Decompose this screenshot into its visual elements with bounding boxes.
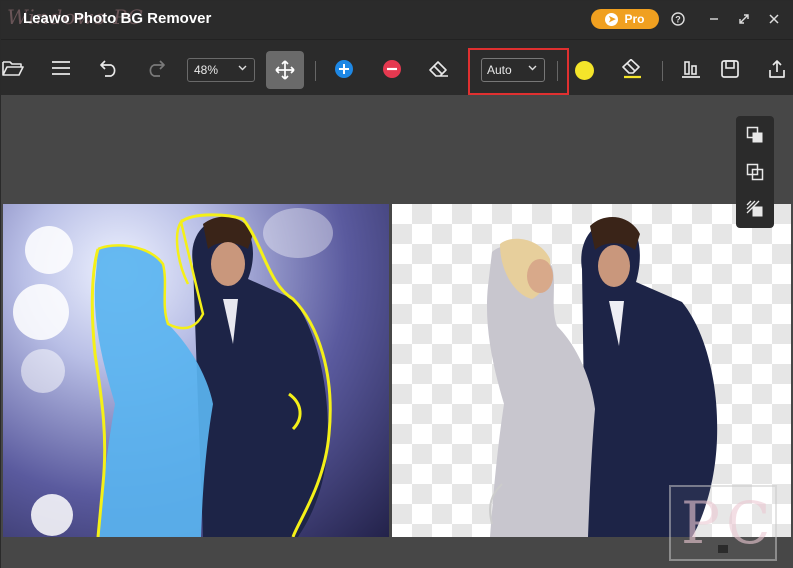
redo-icon[interactable] — [140, 52, 172, 84]
mode-value: Auto — [487, 63, 512, 77]
chevron-down-icon — [237, 62, 248, 76]
svg-text:?: ? — [675, 15, 681, 25]
move-icon — [275, 60, 295, 80]
align-bottom-icon[interactable] — [675, 53, 707, 85]
export-icon[interactable] — [761, 53, 793, 85]
restore-eraser-icon[interactable] — [616, 53, 648, 85]
toolbar-divider — [557, 61, 558, 81]
add-brush-icon[interactable] — [328, 53, 360, 85]
help-icon[interactable]: ? — [668, 9, 688, 29]
eraser-icon[interactable] — [423, 53, 455, 85]
menu-icon[interactable] — [45, 52, 77, 84]
minimize-button[interactable] — [704, 9, 724, 29]
undo-icon[interactable] — [93, 52, 125, 84]
pro-upgrade-button[interactable]: ➤ Pro — [591, 9, 659, 29]
mode-select[interactable]: Auto — [481, 58, 545, 82]
remove-brush-icon[interactable] — [376, 53, 408, 85]
app-title: Leawo Photo BG Remover — [23, 10, 212, 27]
toolbar-divider — [662, 61, 663, 81]
rocket-icon: ➤ — [605, 12, 619, 26]
app-window: Windows PC Leawo Photo BG Remover ➤ Pro … — [0, 0, 793, 568]
title-bar: Windows PC Leawo Photo BG Remover ➤ Pro … — [1, 1, 793, 39]
corner-watermark-text: PC — [681, 489, 777, 557]
transparent-view-icon[interactable] — [743, 197, 767, 221]
zoom-value: 48% — [194, 63, 219, 77]
close-button[interactable] — [764, 9, 784, 29]
maximize-button[interactable] — [734, 9, 754, 29]
scroll-handle[interactable] — [718, 545, 728, 553]
split-view-icon[interactable] — [743, 123, 767, 147]
subject-illustration — [90, 213, 332, 537]
toolbar-divider — [315, 61, 316, 81]
chevron-down-icon — [527, 62, 538, 76]
zoom-select[interactable]: 48% — [187, 58, 255, 82]
save-icon[interactable] — [714, 53, 746, 85]
view-mode-panel — [736, 116, 774, 228]
move-tool-button[interactable] — [266, 51, 304, 89]
pro-label: Pro — [624, 12, 645, 26]
overlay-view-icon[interactable] — [743, 160, 767, 184]
original-photo-canvas[interactable] — [3, 204, 389, 537]
brush-color-swatch[interactable] — [575, 61, 594, 80]
open-folder-icon[interactable] — [0, 52, 29, 84]
